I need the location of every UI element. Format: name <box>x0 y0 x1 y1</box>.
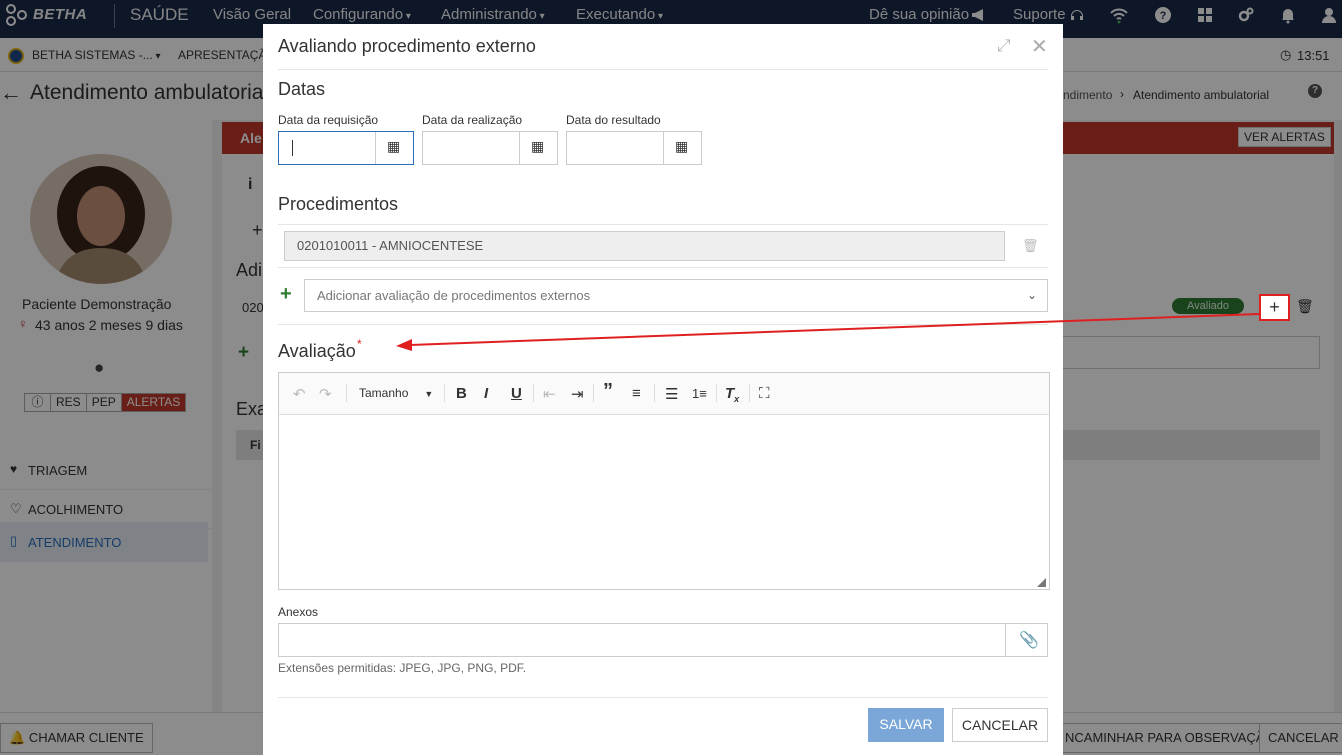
highlighted-add-button[interactable]: + <box>1259 294 1290 321</box>
annotation-arrow <box>396 313 1260 351</box>
